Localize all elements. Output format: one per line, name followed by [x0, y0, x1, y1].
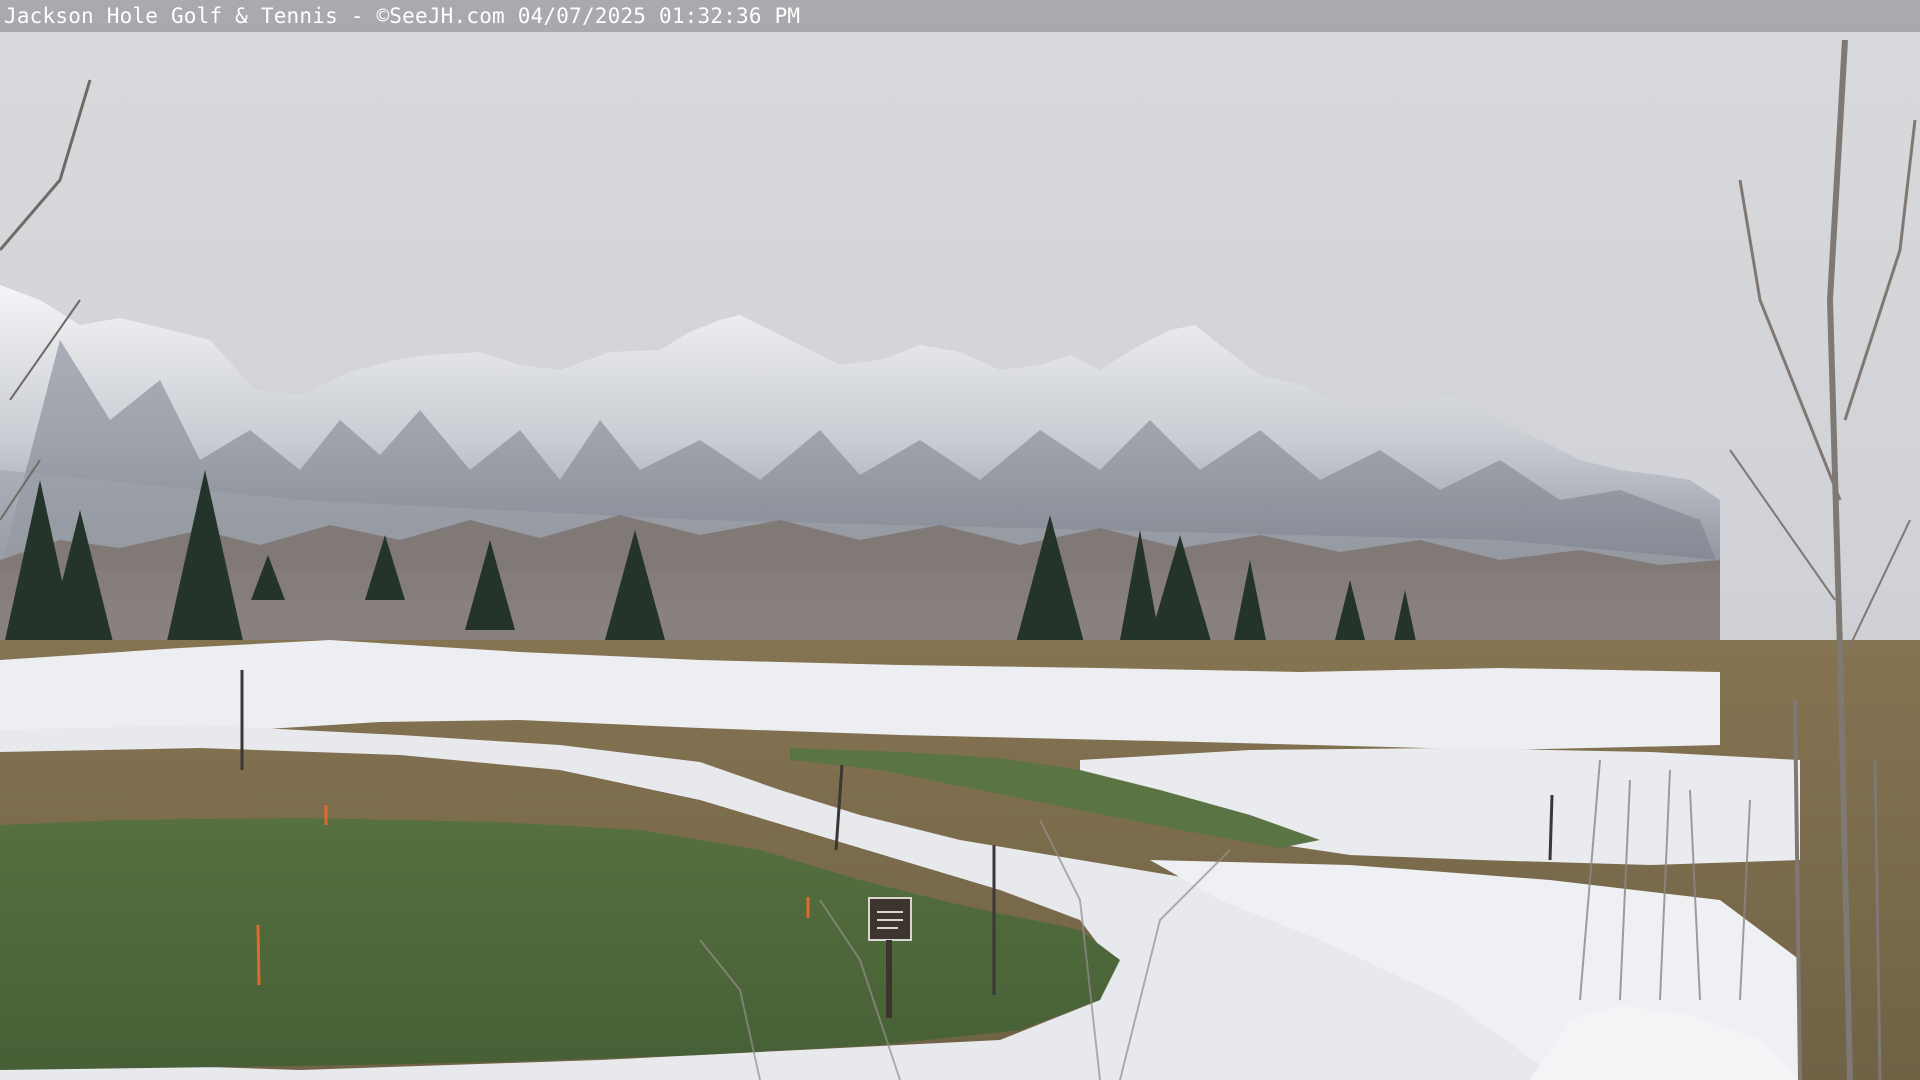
webcam-landscape-image: [0, 0, 1920, 1080]
webcam-caption-bar: Jackson Hole Golf & Tennis - ©SeeJH.com …: [0, 0, 1920, 32]
webcam-caption: Jackson Hole Golf & Tennis - ©SeeJH.com …: [4, 4, 801, 28]
webcam-frame: Jackson Hole Golf & Tennis - ©SeeJH.com …: [0, 0, 1920, 1080]
